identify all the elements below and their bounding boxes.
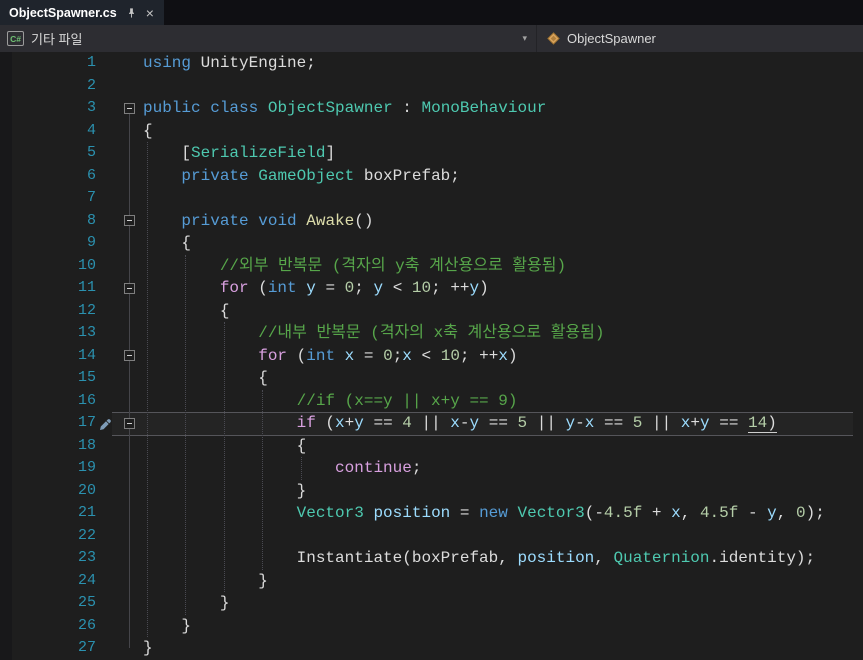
line-number[interactable]: 25 <box>14 592 96 615</box>
code-text: continue; <box>335 459 422 477</box>
code-text: } <box>143 616 192 635</box>
code-lines: 1 using UnityEngine; 2 3 public class Object… <box>0 52 863 660</box>
code-text: for (int x = 0;x < 10; ++x) <box>258 346 518 365</box>
fold-toggle[interactable] <box>124 350 135 361</box>
line-number[interactable]: 6 <box>14 165 96 188</box>
code-text: private GameObject boxPrefab; <box>181 166 460 185</box>
line-number[interactable]: 2 <box>14 75 96 98</box>
chevron-down-icon: ▾ <box>522 33 527 43</box>
fold-toggle[interactable] <box>124 282 135 294</box>
class-icon <box>546 31 561 46</box>
code-text: private void Awake() <box>181 211 374 230</box>
line-number[interactable]: 20 <box>14 480 96 503</box>
tab-bar: ObjectSpawner.cs × <box>0 0 863 25</box>
code-line[interactable]: 2 <box>0 75 863 98</box>
line-number[interactable]: 18 <box>14 435 96 458</box>
code-text: using UnityEngine; <box>143 54 316 72</box>
tab-title: ObjectSpawner.cs <box>9 5 117 20</box>
code-text: { <box>143 369 268 387</box>
line-number[interactable]: 12 <box>14 300 96 323</box>
navigation-bar: C# 기타 파일 ▾ ObjectSpawner <box>0 25 863 52</box>
pen-cursor-icon <box>99 416 112 439</box>
pin-icon[interactable] <box>126 7 137 19</box>
close-icon[interactable]: × <box>146 6 154 20</box>
csharp-file-icon: C# <box>7 31 24 46</box>
line-number[interactable]: 27 <box>14 637 96 660</box>
code-text: if (x+y == 4 || x-y == 5 || y-x == 5 || … <box>296 414 777 433</box>
code-text: Vector3 position = new Vector3(-4.5f + x… <box>296 504 825 522</box>
line-number[interactable]: 8 <box>14 210 96 233</box>
code-text: Instantiate(boxPrefab, position, Quatern… <box>143 549 816 567</box>
outline-line <box>129 114 130 648</box>
fold-toggle[interactable] <box>124 417 135 429</box>
line-number[interactable]: 4 <box>14 120 96 143</box>
line-number[interactable]: 9 <box>14 232 96 255</box>
type-dropdown[interactable]: ObjectSpawner <box>537 25 863 52</box>
code-editor[interactable]: 1 using UnityEngine; 2 3 public class Object… <box>0 52 863 660</box>
code-text: } <box>143 571 268 590</box>
code-text: { <box>143 121 153 140</box>
code-text: for (int y = 0; y < 10; ++y) <box>219 279 489 297</box>
code-text: [SerializeField] <box>143 144 336 162</box>
line-number[interactable]: 3 <box>14 97 96 120</box>
project-name: 기타 파일 <box>31 32 83 47</box>
line-number[interactable]: 22 <box>14 525 96 548</box>
line-number[interactable]: 13 <box>14 322 96 345</box>
line-number[interactable]: 24 <box>14 570 96 593</box>
fold-toggle[interactable] <box>124 102 135 114</box>
line-number[interactable]: 23 <box>14 547 96 570</box>
tab-objectspawner[interactable]: ObjectSpawner.cs × <box>0 0 164 25</box>
type-name: ObjectSpawner <box>567 31 656 46</box>
line-number[interactable]: 5 <box>14 142 96 165</box>
code-text: public class ObjectSpawner : MonoBehavio… <box>143 99 547 117</box>
line-number[interactable]: 26 <box>14 615 96 638</box>
line-number[interactable]: 15 <box>14 367 96 390</box>
line-number[interactable]: 19 <box>14 457 96 480</box>
fold-toggle[interactable] <box>124 215 135 226</box>
line-number[interactable]: 11 <box>14 277 96 300</box>
code-text: //내부 반복문 (격자의 x축 계산용으로 활용됨) <box>258 324 605 342</box>
code-text: { <box>143 301 230 320</box>
code-text: { <box>143 436 307 455</box>
line-number[interactable]: 10 <box>14 255 96 278</box>
line-number[interactable]: 7 <box>14 187 96 210</box>
code-text: { <box>143 234 192 252</box>
code-text: } <box>143 481 307 500</box>
line-number[interactable]: 1 <box>14 52 96 75</box>
line-number[interactable]: 21 <box>14 502 96 525</box>
line-number[interactable]: 17 <box>14 412 96 435</box>
project-dropdown[interactable]: C# 기타 파일 ▾ <box>0 25 536 52</box>
code-text: //외부 반복문 (격자의 y축 계산용으로 활용됨) <box>219 256 567 275</box>
line-number[interactable]: 14 <box>14 345 96 368</box>
line-number[interactable]: 16 <box>14 390 96 413</box>
code-text: //if (x==y || x+y == 9) <box>296 391 518 410</box>
code-text: } <box>143 639 153 657</box>
code-line[interactable]: 1 using UnityEngine; <box>0 52 863 75</box>
code-text: } <box>143 594 230 612</box>
vs-editor-window: ObjectSpawner.cs × C# 기타 파일 ▾ ObjectSpaw… <box>0 0 863 660</box>
